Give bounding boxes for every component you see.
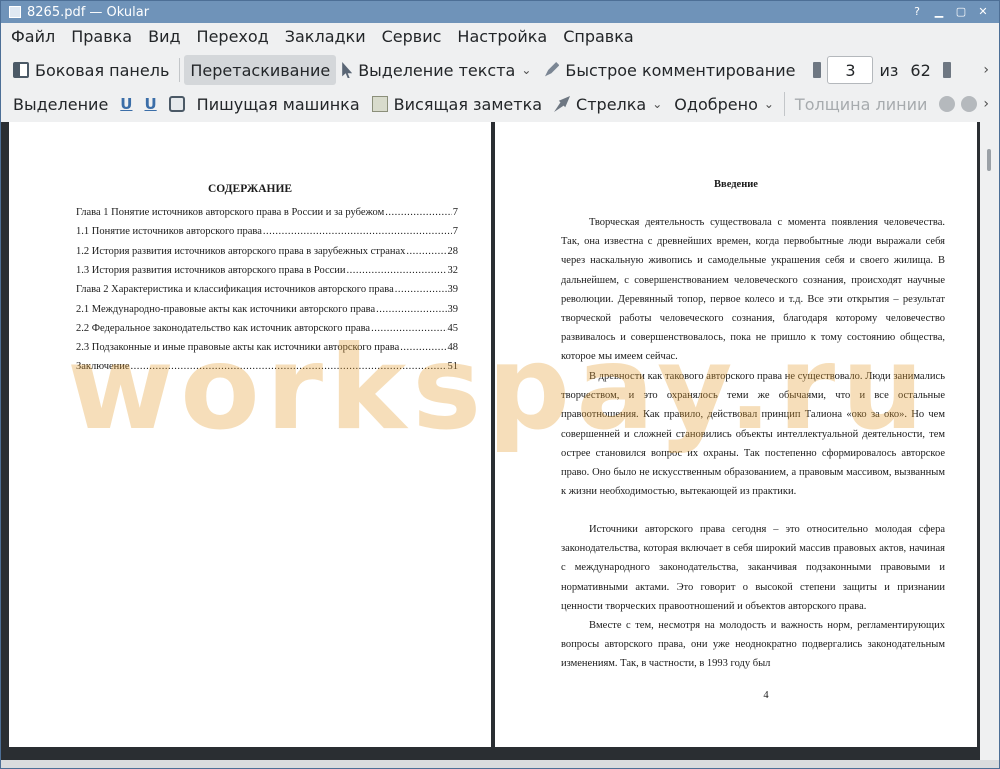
horizontal-scrollbar[interactable] (1, 760, 999, 768)
pdf-page-right: Введение Творческая деятельность существ… (495, 122, 977, 747)
minimize-icon[interactable]: ▁ (933, 6, 945, 18)
pen-icon (544, 62, 560, 77)
document-icon (9, 6, 21, 18)
menu-help[interactable]: Справка (555, 23, 642, 51)
stamp-tool[interactable]: Одобрено ⌄ (668, 89, 780, 119)
typewriter-tool[interactable]: Пишущая машинка (191, 89, 366, 119)
arrow-label: Стрелка (576, 94, 647, 114)
body-paragraph: В древности как такового авторского прав… (561, 371, 945, 498)
quick-comment-label: Быстрое комментирование (565, 60, 796, 80)
stamp-round-tool[interactable] (163, 89, 191, 119)
toc-entry[interactable]: Глава 2 Характеристика и классификация и… (76, 283, 458, 297)
text-select-button[interactable]: Выделение текста ⌄ (336, 55, 537, 85)
annotation-toolbar: Выделение U U Пишущая машинка Висящая за… (1, 87, 999, 121)
menu-tools[interactable]: Сервис (374, 23, 450, 51)
menu-bar: Файл Правка Вид Переход Закладки Сервис … (1, 23, 999, 51)
menu-view[interactable]: Вид (140, 23, 188, 51)
help-icon[interactable]: ? (911, 6, 923, 18)
palette-icon (939, 96, 956, 112)
menu-edit[interactable]: Правка (63, 23, 140, 51)
sidebar-icon (13, 62, 29, 78)
okular-window: 8265.pdf — Okular ? ▁ ▢ ✕ Файл Правка Ви… (0, 0, 1000, 769)
sidebar-button[interactable]: Боковая панель (7, 55, 175, 85)
chevron-down-icon[interactable]: ⌄ (652, 97, 662, 111)
maximize-icon[interactable]: ▢ (955, 6, 967, 18)
stamp-label: Одобрено (674, 94, 758, 114)
underline-icon: U (120, 95, 133, 113)
vertical-scrollbar[interactable] (980, 122, 999, 760)
section-title: Введение (714, 179, 758, 190)
toc-entry[interactable]: 1.3 История развития источников авторско… (76, 264, 458, 278)
next-page-button[interactable] (937, 55, 957, 85)
drag-mode-label: Перетаскивание (190, 60, 331, 80)
toc-entry[interactable]: 2.1 Международно-правовые акты как источ… (76, 303, 458, 317)
arrow-icon (554, 96, 571, 112)
highlight-label: Выделение (13, 94, 109, 114)
page-number-input[interactable] (827, 56, 874, 84)
vertical-scroll-thumb[interactable] (987, 149, 991, 171)
quick-comment-button[interactable]: Быстрое комментирование (537, 55, 801, 85)
stamp-icon (168, 96, 185, 112)
squiggle-underline-icon: U (144, 95, 157, 113)
toc-entry[interactable]: 1.2 История развития источников авторско… (76, 245, 458, 259)
chevron-right-icon[interactable]: › (983, 96, 989, 112)
chevron-down-icon[interactable]: ⌄ (764, 97, 774, 111)
close-icon[interactable]: ✕ (977, 6, 989, 18)
page-total-label: 62 (910, 60, 931, 80)
menu-go[interactable]: Переход (189, 23, 277, 51)
underline-tool[interactable]: U (114, 89, 138, 119)
squiggle-tool[interactable]: U (138, 89, 162, 119)
toc-entry[interactable]: 2.2 Федеральное законодательство как ист… (76, 322, 458, 336)
text-cursor-icon (342, 62, 353, 78)
menu-settings[interactable]: Настройка (449, 23, 555, 51)
text-select-label: Выделение текста (358, 60, 516, 80)
sidebar-label: Боковая панель (35, 60, 170, 80)
previous-page-button[interactable] (807, 55, 827, 85)
toolbar-separator (783, 92, 785, 116)
note-label: Висящая заметка (393, 94, 543, 114)
line-width-label: Толщина линии (794, 94, 928, 114)
drag-mode-button[interactable]: Перетаскивание (184, 55, 337, 85)
toc-title: СОДЕРЖАНИЕ (207, 183, 293, 195)
body-paragraph: Творческая деятельность существовала с м… (561, 217, 945, 363)
previous-page-icon (813, 62, 822, 78)
page-number: 4 (763, 690, 769, 701)
body-paragraph: Источники авторского права сегодня – это… (561, 524, 945, 612)
chevron-down-icon[interactable]: ⌄ (521, 63, 531, 77)
toc-entry[interactable]: Глава 1 Понятие источников авторского пр… (76, 206, 458, 220)
toolbar-separator (179, 58, 181, 82)
body-paragraph: Вместе с тем, несмотря на молодость и ва… (561, 620, 945, 670)
note-icon (371, 96, 388, 112)
line-width-control: Толщина линии (789, 89, 934, 119)
main-toolbar: Боковая панель Перетаскивание Выделение … (1, 53, 999, 87)
menu-bookmarks[interactable]: Закладки (277, 23, 374, 51)
note-tool[interactable]: Висящая заметка (366, 89, 548, 119)
pdf-page-left: СОДЕРЖАНИЕ Глава 1 Понятие источников ав… (9, 122, 491, 747)
next-page-icon (942, 62, 951, 78)
toc-entry[interactable]: 1.1 Понятие источников авторского права7 (76, 225, 458, 239)
page-of-label: из (879, 60, 899, 80)
typewriter-label: Пишущая машинка (196, 94, 360, 114)
menu-file[interactable]: Файл (1, 23, 63, 51)
toc-entry[interactable]: 2.3 Подзаконные и иные правовые акты как… (76, 341, 458, 355)
color-tool (933, 89, 983, 119)
highlight-tool[interactable]: Выделение (7, 89, 114, 119)
opacity-icon (961, 96, 978, 112)
arrow-tool[interactable]: Стрелка ⌄ (548, 89, 668, 119)
title-bar: 8265.pdf — Okular ? ▁ ▢ ✕ (1, 1, 999, 23)
chevron-right-icon[interactable]: › (983, 62, 989, 78)
toc-entry[interactable]: Заключение51 (76, 360, 458, 374)
page-count: из 62 (873, 55, 936, 85)
window-controls: ? ▁ ▢ ✕ (911, 6, 989, 18)
window-title: 8265.pdf — Okular (27, 4, 150, 20)
